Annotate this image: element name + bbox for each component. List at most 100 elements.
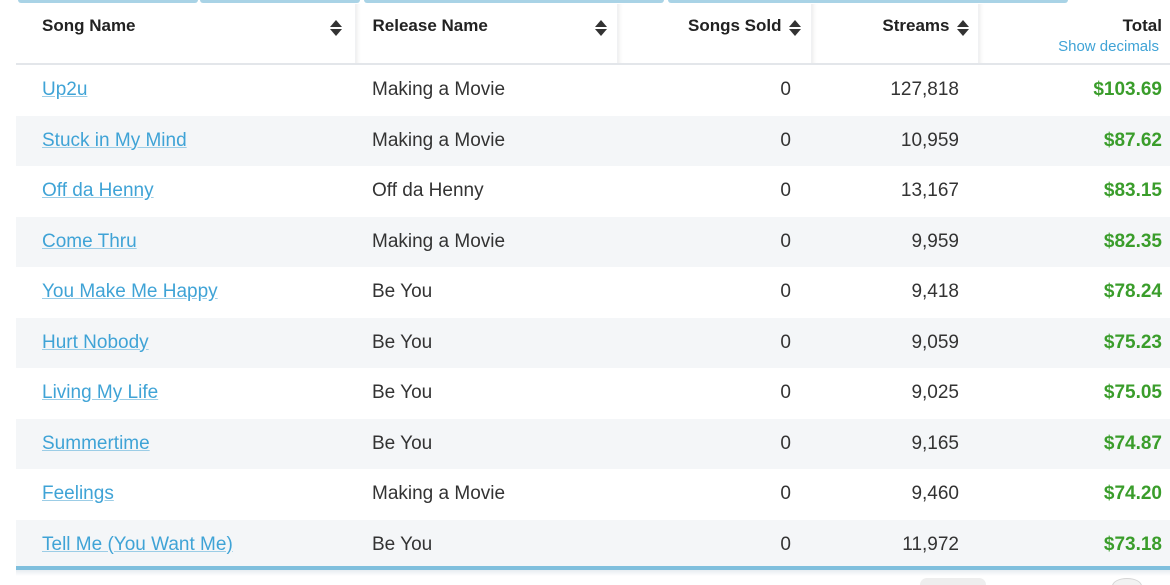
total-cell: $83.15 bbox=[978, 166, 1170, 217]
song-name-cell: Stuck in My Mind bbox=[16, 115, 355, 166]
streams-value: 11,972 bbox=[902, 533, 959, 555]
header-songs-sold[interactable]: Songs Sold bbox=[616, 4, 811, 65]
table-row: Living My Life Be You 0 9,025 $75.05 bbox=[16, 368, 1170, 419]
release-name-text: Making a Movie bbox=[372, 483, 506, 505]
song-name-cell: Hurt Nobody bbox=[16, 317, 355, 368]
songs-sold-value: 0 bbox=[780, 180, 791, 202]
song-link[interactable]: Hurt Nobody bbox=[42, 332, 149, 353]
release-name-text: Be You bbox=[372, 533, 433, 555]
songs-sold-cell: 0 bbox=[617, 166, 811, 217]
streams-value: 9,165 bbox=[911, 432, 959, 454]
release-name-text: Making a Movie bbox=[372, 230, 506, 252]
song-link[interactable]: Come Thru bbox=[42, 231, 137, 252]
songs-sold-cell: 0 bbox=[617, 368, 811, 419]
streams-value: 13,167 bbox=[900, 180, 959, 202]
total-value: $73.18 bbox=[1103, 533, 1162, 555]
song-name-cell: Summertime bbox=[16, 418, 355, 469]
table-row: Stuck in My Mind Making a Movie 0 10,959 $87… bbox=[16, 115, 1170, 166]
header-release-name-label: Release Name bbox=[372, 16, 488, 35]
streams-cell: 10,959 bbox=[811, 115, 978, 166]
song-link[interactable]: You Make Me Happy bbox=[42, 281, 218, 302]
streams-cell: 9,025 bbox=[811, 368, 978, 419]
table-bottom-shadow bbox=[16, 570, 1170, 576]
song-link[interactable]: Up2u bbox=[42, 79, 87, 100]
songs-sold-value: 0 bbox=[780, 79, 791, 101]
total-cell: $75.05 bbox=[978, 368, 1170, 419]
release-name-cell: Making a Movie bbox=[355, 115, 617, 166]
show-decimals-link[interactable]: Show decimals bbox=[1058, 38, 1159, 55]
songs-sold-cell: 0 bbox=[617, 317, 811, 368]
song-name-cell: Off da Henny bbox=[16, 166, 355, 217]
songs-sold-cell: 0 bbox=[617, 115, 811, 166]
table-row: Come Thru Making a Movie 0 9,959 $82.35 bbox=[16, 216, 1170, 267]
streams-cell: 9,165 bbox=[811, 418, 978, 469]
release-name-text: Off da Henny bbox=[372, 180, 484, 202]
total-value: $83.15 bbox=[1103, 180, 1162, 202]
total-cell: $78.24 bbox=[978, 267, 1170, 318]
release-name-cell: Making a Movie bbox=[355, 469, 617, 520]
header-songs-sold-label: Songs Sold bbox=[688, 16, 782, 35]
release-name-cell: Be You bbox=[355, 519, 617, 570]
streams-cell: 127,818 bbox=[811, 64, 978, 116]
song-name-cell: Tell Me (You Want Me) bbox=[16, 519, 355, 570]
release-name-cell: Be You bbox=[355, 368, 617, 419]
total-cell: $82.35 bbox=[978, 216, 1170, 267]
total-value: $74.20 bbox=[1103, 483, 1162, 505]
song-link[interactable]: Stuck in My Mind bbox=[42, 130, 187, 151]
table-row: Tell Me (You Want Me) Be You 0 11,972 $73.18 bbox=[16, 519, 1170, 570]
song-link[interactable]: Summertime bbox=[42, 433, 150, 454]
song-name-cell: Come Thru bbox=[16, 216, 355, 267]
release-name-text: Making a Movie bbox=[372, 129, 506, 151]
songs-sold-value: 0 bbox=[780, 230, 791, 252]
header-release-name[interactable]: Release Name bbox=[354, 4, 617, 65]
song-link[interactable]: Off da Henny bbox=[42, 180, 154, 201]
songs-sold-cell: 0 bbox=[617, 216, 811, 267]
header-song-name[interactable]: Song Name bbox=[16, 4, 355, 65]
header-song-name-label: Song Name bbox=[42, 16, 136, 35]
streams-value: 9,959 bbox=[911, 230, 959, 252]
streams-cell: 9,959 bbox=[811, 216, 978, 267]
table-row: Off da Henny Off da Henny 0 13,167 $83.15 bbox=[16, 166, 1170, 217]
streams-value: 10,959 bbox=[900, 129, 959, 151]
total-cell: $73.18 bbox=[978, 519, 1170, 570]
total-value: $103.69 bbox=[1093, 79, 1162, 101]
streams-value: 127,818 bbox=[890, 79, 959, 101]
songs-sold-value: 0 bbox=[780, 432, 791, 454]
song-link[interactable]: Tell Me (You Want Me) bbox=[42, 534, 233, 555]
song-name-cell: Living My Life bbox=[16, 368, 355, 419]
streams-cell: 9,418 bbox=[811, 267, 978, 318]
songs-sold-value: 0 bbox=[780, 483, 791, 505]
release-name-text: Be You bbox=[372, 432, 433, 454]
table-row: Summertime Be You 0 9,165 $74.87 bbox=[16, 418, 1170, 469]
sort-both-icon[interactable] bbox=[594, 20, 607, 36]
total-cell: $75.23 bbox=[978, 317, 1170, 368]
total-cell: $74.87 bbox=[978, 418, 1170, 469]
songs-sold-cell: 0 bbox=[617, 64, 811, 116]
sort-both-icon[interactable] bbox=[788, 20, 801, 36]
streams-value: 9,059 bbox=[911, 331, 959, 353]
header-total-label: Total bbox=[1122, 16, 1162, 35]
streams-value: 9,025 bbox=[911, 382, 959, 404]
songs-sold-cell: 0 bbox=[617, 469, 811, 520]
sort-both-icon[interactable] bbox=[330, 20, 342, 36]
sort-both-icon[interactable] bbox=[956, 20, 969, 36]
song-name-cell: Up2u bbox=[16, 64, 355, 116]
streams-cell: 11,972 bbox=[811, 519, 978, 570]
song-name-cell: Feelings bbox=[16, 469, 355, 520]
streams-cell: 9,059 bbox=[811, 317, 978, 368]
total-cell: $74.20 bbox=[978, 469, 1170, 520]
song-name-cell: You Make Me Happy bbox=[16, 267, 355, 318]
header-total: Total Show decimals bbox=[977, 4, 1170, 65]
songs-table: Song Name Release Name Songs Sold Stream… bbox=[16, 4, 1170, 570]
songs-sold-value: 0 bbox=[780, 331, 791, 353]
song-link[interactable]: Living My Life bbox=[42, 382, 158, 403]
songs-sold-cell: 0 bbox=[617, 418, 811, 469]
table-header-row: Song Name Release Name Songs Sold Stream… bbox=[16, 4, 1170, 65]
streams-value: 9,460 bbox=[911, 483, 959, 505]
songs-sold-value: 0 bbox=[780, 382, 791, 404]
page-indicator[interactable] bbox=[1112, 578, 1142, 585]
pagination-control[interactable] bbox=[920, 578, 986, 585]
release-name-cell: Making a Movie bbox=[355, 64, 617, 116]
header-streams[interactable]: Streams bbox=[810, 4, 978, 65]
song-link[interactable]: Feelings bbox=[42, 483, 114, 504]
